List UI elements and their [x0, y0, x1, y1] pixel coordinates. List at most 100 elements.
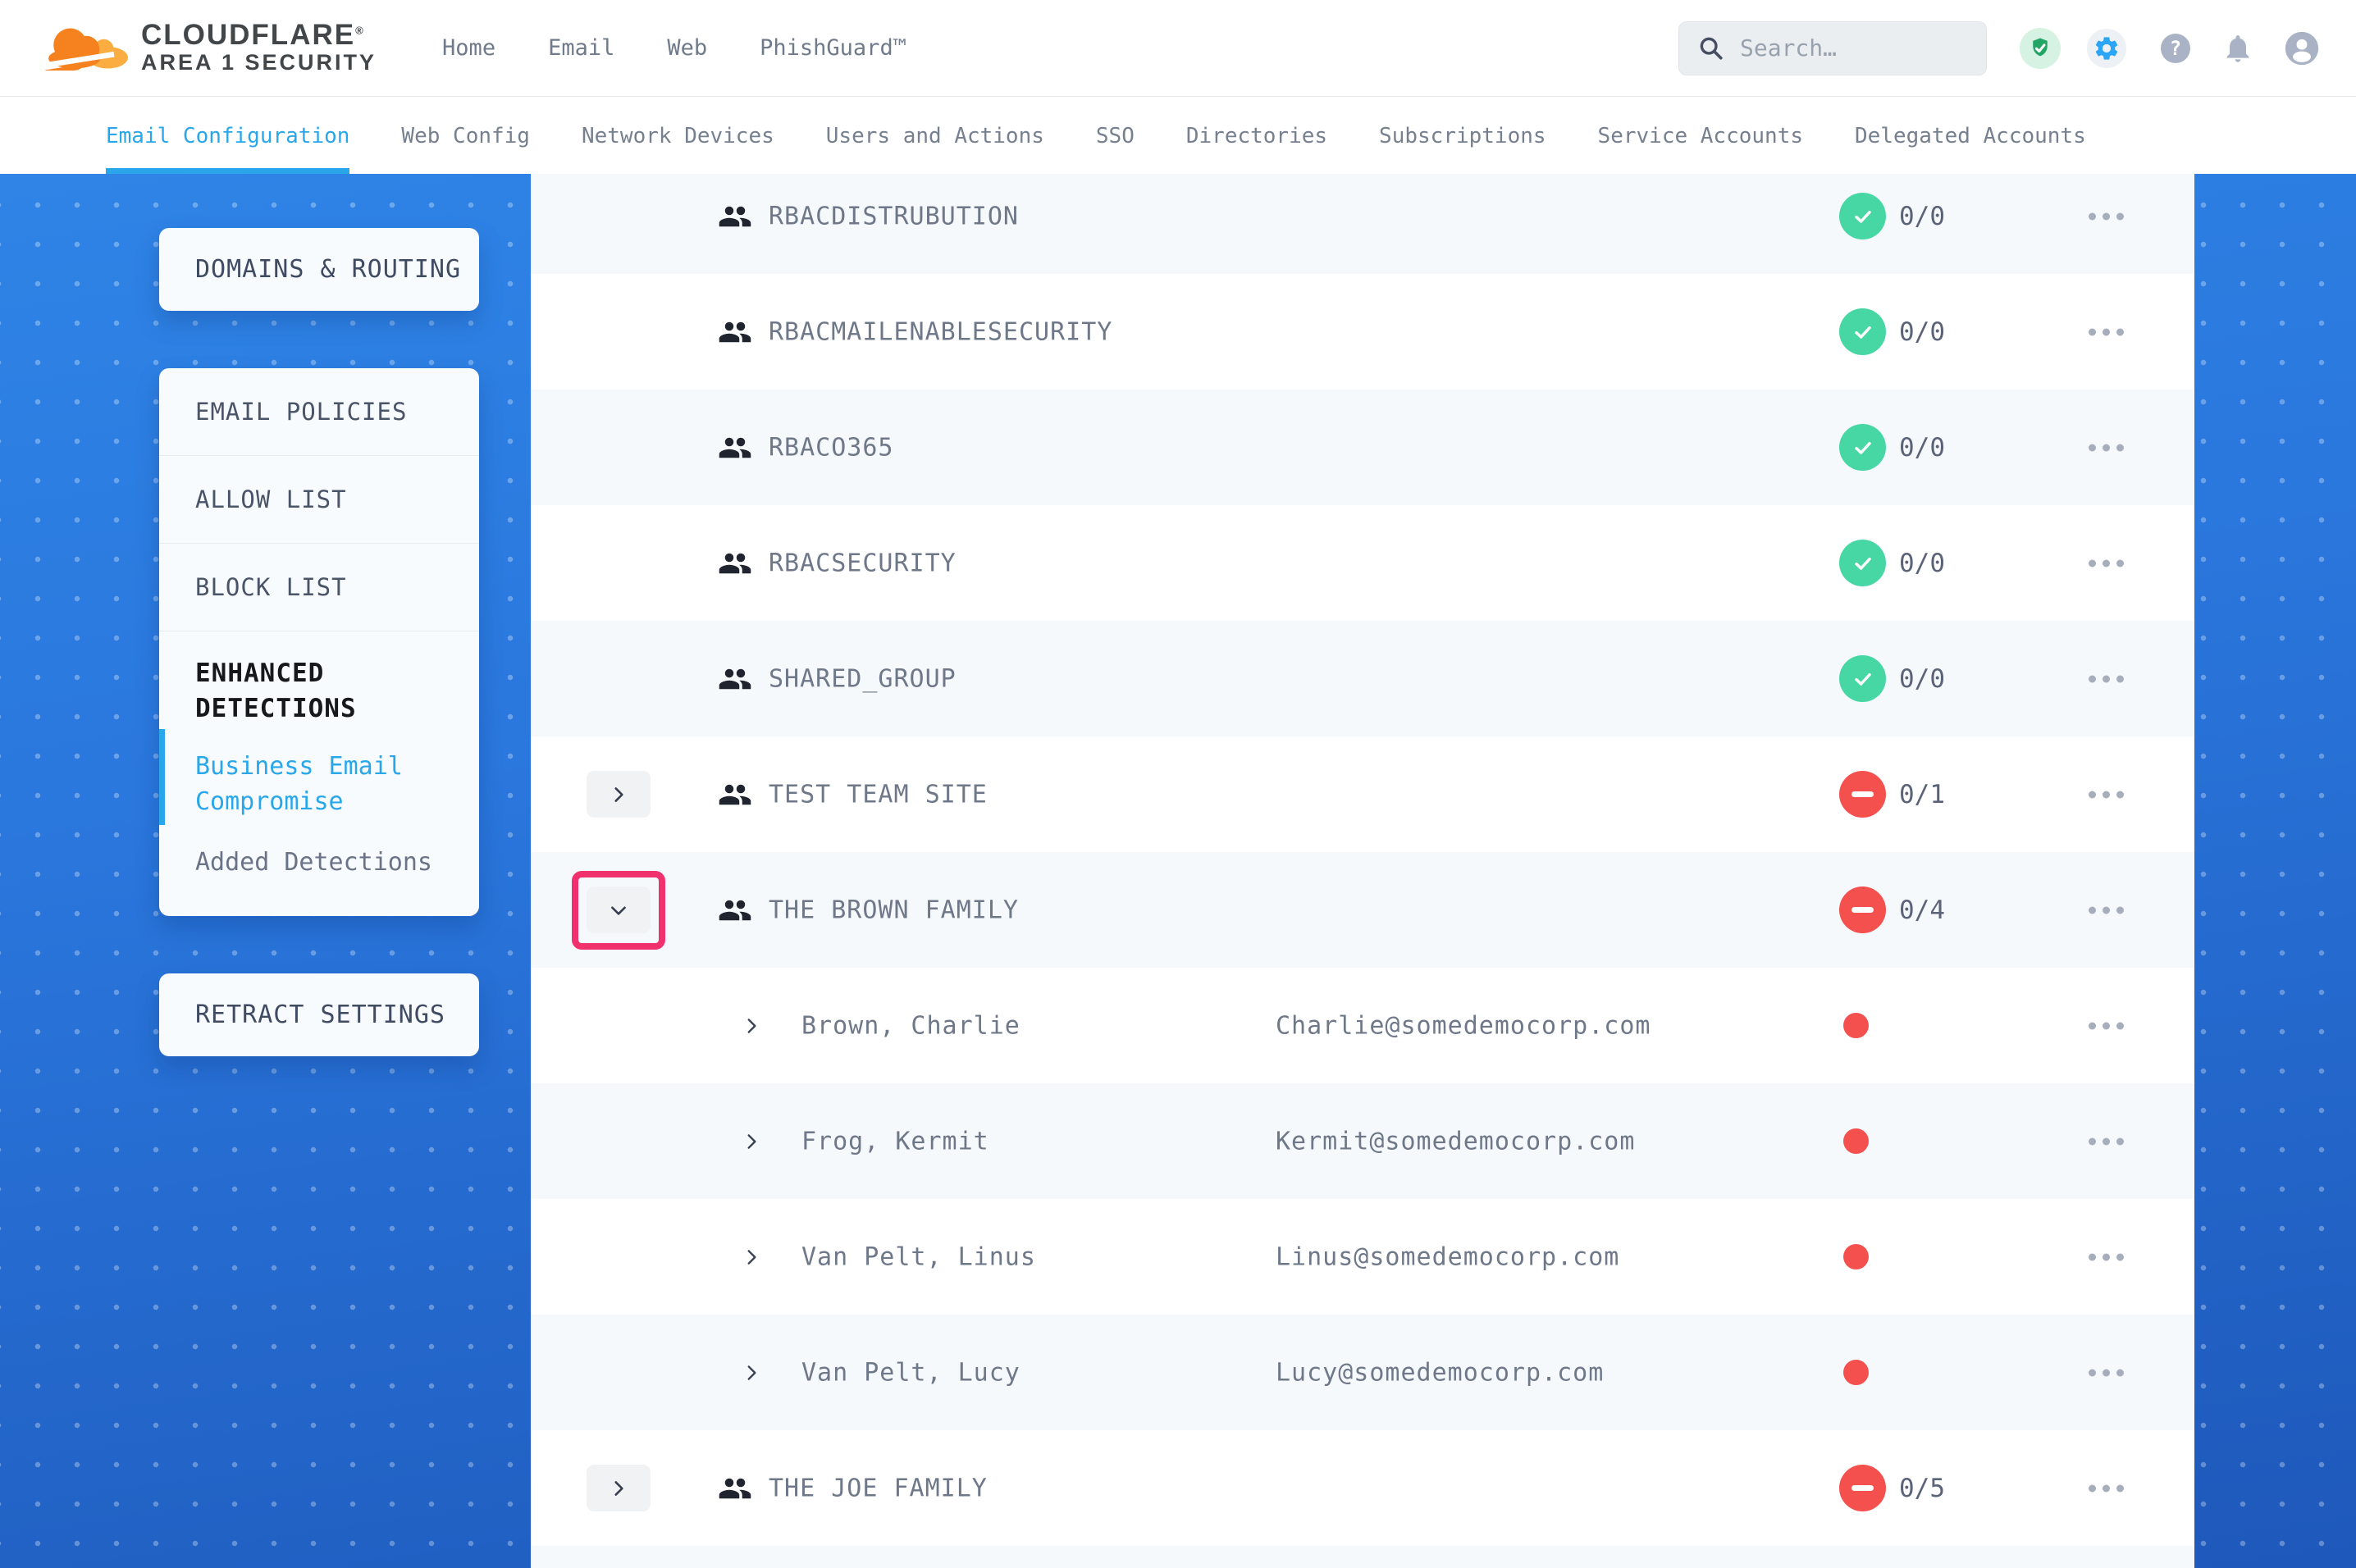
group-name: RBACSECURITY [769, 549, 957, 577]
row-menu-button[interactable] [2085, 1476, 2127, 1500]
status-badge [1839, 1465, 1886, 1511]
member-email: Linus@somedemocorp.com [1276, 1242, 1619, 1271]
group-name: SHARED_GROUP [769, 664, 957, 693]
group-name: RBACO365 [769, 433, 894, 462]
settings-gear-icon[interactable] [2087, 29, 2126, 68]
check-icon [1850, 319, 1876, 345]
tab-users-and-actions[interactable]: Users and Actions [826, 98, 1044, 174]
row-menu-button[interactable] [2085, 1361, 2127, 1384]
tab-subscriptions[interactable]: Subscriptions [1379, 98, 1546, 174]
row-menu-button[interactable] [2085, 204, 2127, 228]
group-name: RBACMAILENABLESECURITY [769, 317, 1112, 346]
row-menu-button[interactable] [2085, 1129, 2127, 1153]
status-count: 0/0 [1899, 202, 1945, 231]
search-box[interactable] [1678, 21, 1987, 75]
sidebar-item-block-list[interactable]: BLOCK LIST [159, 544, 479, 631]
sidebar-item-domains-routing[interactable]: DOMAINS & ROUTING [159, 228, 479, 311]
chevron-right-icon [608, 1478, 629, 1499]
member-email: Charlie@somedemocorp.com [1276, 1011, 1651, 1040]
tab-sso[interactable]: SSO [1096, 98, 1135, 174]
table-row-member[interactable]: Frog, Kermit Kermit@somedemocorp.com [531, 1083, 2194, 1199]
group-icon [718, 1471, 752, 1506]
row-menu-button[interactable] [2085, 320, 2127, 344]
row-menu-button[interactable] [2085, 1014, 2127, 1037]
group-table: RBACDISTRUBUTION 0/0 RBACMAILENABLESECUR… [531, 174, 2194, 1568]
group-icon [718, 662, 752, 696]
security-shield-icon[interactable] [2020, 28, 2061, 69]
status-count: 0/0 [1899, 317, 1945, 347]
group-name: TEST TEAM SITE [769, 780, 988, 809]
group-name: RBACDISTRUBUTION [769, 202, 1019, 230]
search-input[interactable] [1740, 34, 1937, 62]
table-row-group[interactable]: SHARED_GROUP 0/0 [531, 621, 2194, 736]
sidebar-item-added-detections[interactable]: Added Detections [159, 827, 479, 911]
notifications-bell-icon[interactable] [2221, 32, 2254, 65]
help-icon[interactable] [2161, 34, 2190, 63]
registered-mark: ® [355, 24, 365, 36]
table-row-member[interactable]: Brown, Charlie Charlie@somedemocorp.com [531, 968, 2194, 1083]
top-nav-home[interactable]: Home [442, 35, 495, 61]
topbar-right [1678, 21, 2356, 75]
sidebar-item-email-policies[interactable]: EMAIL POLICIES [159, 368, 479, 456]
chevron-right-icon [741, 1247, 762, 1268]
chevron-right-icon [741, 1015, 762, 1037]
tab-delegated-accounts[interactable]: Delegated Accounts [1855, 98, 2086, 174]
search-icon [1697, 34, 1725, 62]
group-icon [718, 546, 752, 581]
status-badge [1839, 655, 1886, 702]
topbar: CLOUDFLARE® AREA 1 SECURITY Home Email Web… [0, 0, 2356, 97]
group-icon [718, 199, 752, 234]
status-count: 0/0 [1899, 664, 1945, 694]
row-menu-button[interactable] [2085, 782, 2127, 806]
expand-toggle-button[interactable] [587, 1465, 651, 1511]
alert-dot [1843, 1244, 1869, 1269]
tab-network-devices[interactable]: Network Devices [582, 98, 774, 174]
status-count: 0/1 [1899, 780, 1945, 809]
expand-toggle-button[interactable] [587, 887, 651, 933]
minus-icon [1851, 791, 1874, 797]
table-row-group[interactable]: THE JOE FAMILY 0/5 [531, 1430, 2194, 1546]
sidebar-item-retract-settings[interactable]: RETRACT SETTINGS [159, 973, 479, 1056]
check-icon [1850, 203, 1876, 230]
row-menu-button[interactable] [2085, 667, 2127, 691]
row-menu-button[interactable] [2085, 551, 2127, 575]
sidebar-policies-card: EMAIL POLICIESALLOW LISTBLOCK LIST ENHAN… [159, 368, 479, 916]
table-row-group[interactable]: RBACDISTRUBUTION 0/0 [531, 174, 2194, 274]
table-row-group[interactable]: TEST TEAM SITE 0/1 [531, 736, 2194, 852]
table-row-group[interactable]: RBACMAILENABLESECURITY 0/0 [531, 274, 2194, 390]
table-row-group[interactable]: RBACO365 0/0 [531, 390, 2194, 505]
row-menu-button[interactable] [2085, 898, 2127, 922]
status-badge [1839, 540, 1886, 586]
member-name: Van Pelt, Linus [801, 1242, 1036, 1271]
top-nav-web[interactable]: Web [667, 35, 707, 61]
top-nav-phishguard[interactable]: PhishGuard™ [760, 35, 906, 61]
chevron-right-icon [608, 784, 629, 805]
account-avatar-icon[interactable] [2284, 30, 2320, 66]
top-nav: Home Email Web PhishGuard™ [442, 35, 906, 61]
sidebar-item-allow-list[interactable]: ALLOW LIST [159, 456, 479, 544]
section-tabs: Email Configuration Web Config Network Dev… [0, 98, 2356, 174]
status-badge [1839, 193, 1886, 239]
tab-service-accounts[interactable]: Service Accounts [1598, 98, 1803, 174]
alert-dot [1843, 1013, 1869, 1038]
table-row-group[interactable]: THE BROWN FAMILY 0/4 [531, 852, 2194, 968]
table-row-member[interactable]: Van Pelt, Lucy Lucy@somedemocorp.com [531, 1315, 2194, 1430]
tab-web-config[interactable]: Web Config [401, 98, 530, 174]
sidebar-item-business-email-compromise[interactable]: Business Email Compromise [159, 727, 454, 827]
tab-email-configuration[interactable]: Email Configuration [106, 98, 349, 174]
row-menu-button[interactable] [2085, 435, 2127, 459]
status-badge [1839, 887, 1886, 933]
group-icon [718, 315, 752, 349]
cloudflare-logo[interactable]: CLOUDFLARE® AREA 1 SECURITY [43, 21, 377, 76]
check-icon [1850, 550, 1876, 577]
row-menu-button[interactable] [2085, 1245, 2127, 1269]
group-icon [718, 893, 752, 928]
expand-toggle-button[interactable] [587, 771, 651, 818]
status-badge [1839, 771, 1886, 818]
member-name: Brown, Charlie [801, 1011, 1020, 1040]
table-row-group[interactable]: RBACSECURITY 0/0 [531, 505, 2194, 621]
table-row-member[interactable]: Van Pelt, Linus Linus@somedemocorp.com [531, 1199, 2194, 1315]
check-icon [1850, 666, 1876, 692]
top-nav-email[interactable]: Email [548, 35, 614, 61]
tab-directories[interactable]: Directories [1186, 98, 1327, 174]
